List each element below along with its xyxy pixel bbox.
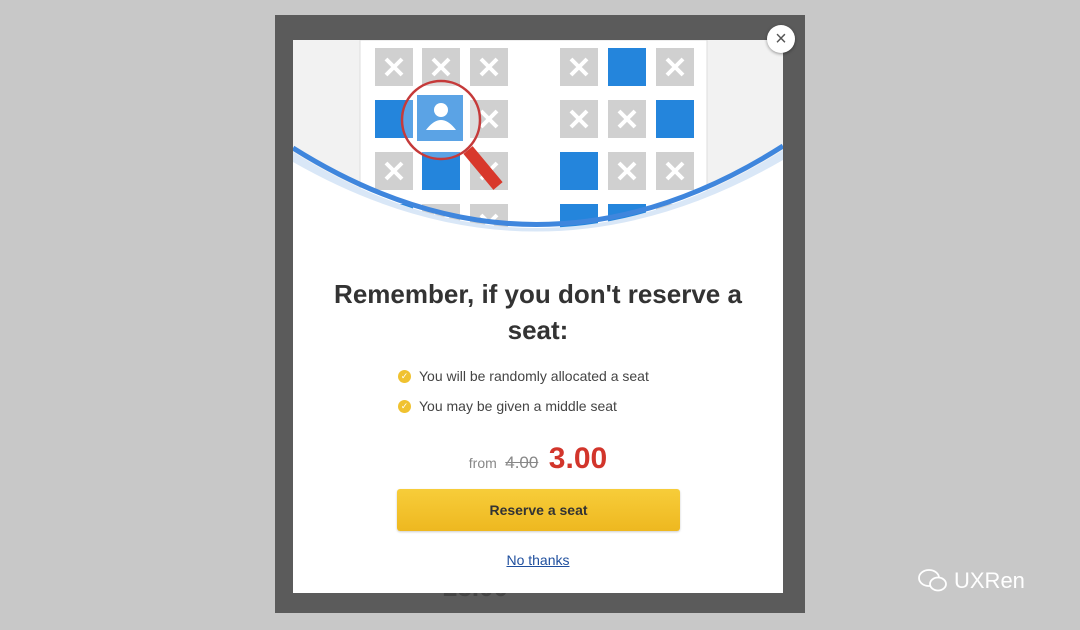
- seat-map-illustration: [293, 40, 783, 240]
- bullet-item: ✓ You will be randomly allocated a seat: [398, 368, 649, 384]
- watermark: UXRen: [918, 568, 1025, 594]
- seat-taken: [656, 152, 694, 190]
- seat-free: [608, 48, 646, 86]
- new-price: 3.00: [548, 442, 608, 475]
- old-price: 4.00: [505, 453, 539, 472]
- check-icon: ✓: [398, 399, 411, 413]
- no-thanks-link[interactable]: No thanks: [293, 552, 783, 568]
- seat-reminder-modal: Remember, if you don't reserve a seat: ✓…: [293, 40, 783, 593]
- close-button[interactable]: ×: [767, 25, 795, 53]
- modal-title: Remember, if you don't reserve a seat:: [334, 279, 742, 345]
- wechat-icon: [918, 569, 947, 592]
- seat-free: [656, 100, 694, 138]
- seat-taken: [375, 48, 413, 86]
- seat-free: [560, 152, 598, 190]
- seat-taken: [470, 48, 508, 86]
- seat-taken: [608, 100, 646, 138]
- seat-taken: [560, 100, 598, 138]
- price-line: from 4.00 3.00: [468, 442, 608, 475]
- check-icon: ✓: [398, 369, 411, 383]
- seat-taken: [608, 152, 646, 190]
- seat-taken: [656, 48, 694, 86]
- seat-taken: [560, 48, 598, 86]
- close-icon: ×: [775, 27, 787, 50]
- bullet-item: ✓ You may be given a middle seat: [398, 398, 617, 414]
- reserve-seat-button[interactable]: Reserve a seat: [397, 489, 680, 531]
- seat-taken: [375, 152, 413, 190]
